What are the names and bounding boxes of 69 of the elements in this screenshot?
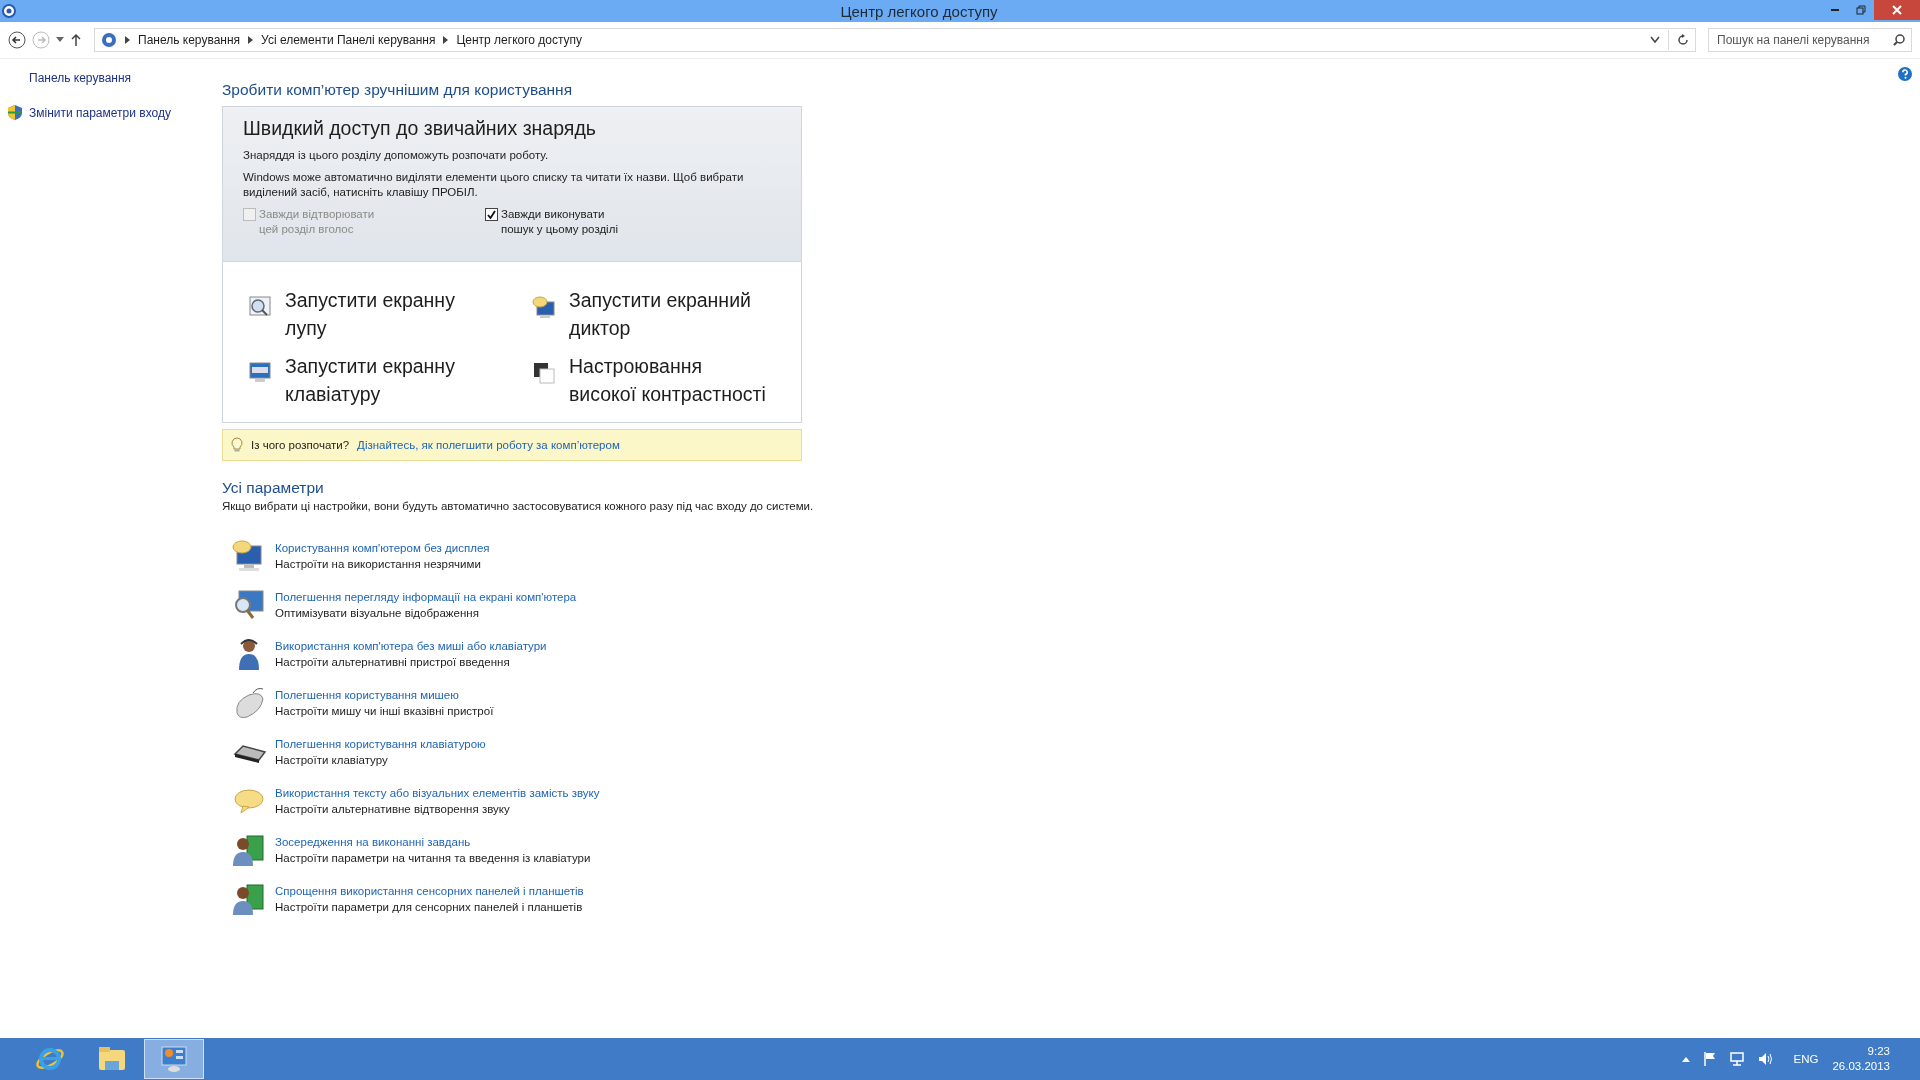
address-field[interactable]: Панель керування Усі елементи Панелі керування Центр легкого доступу <box>94 28 1696 52</box>
close-button[interactable] <box>1874 0 1920 20</box>
refresh-icon[interactable] <box>1677 34 1689 46</box>
setting-description: Настроїти мишу чи інші вказівні пристрої <box>275 705 494 717</box>
network-icon[interactable] <box>1729 1052 1744 1066</box>
tool-link[interactable]: Запустити екранну клавіатуру <box>285 352 485 408</box>
section-title: Швидкий доступ до звичайних знарядь <box>243 117 597 140</box>
section-description: Якщо вибрати ці настройки, вони будуть автоматично застосовуватися кожного разу під час входу до системи. <box>222 500 814 512</box>
show-hidden-icons-icon[interactable] <box>1681 1056 1690 1062</box>
breadcrumb[interactable]: Центр легкого доступу <box>456 33 583 47</box>
setting-link[interactable]: Полегшення перегляду інформації на екрані комп'ютера <box>275 591 577 603</box>
tip-question: Із чого розпочати? <box>251 439 350 451</box>
dropdown-caret-icon[interactable] <box>56 37 64 43</box>
close-icon <box>1892 5 1902 15</box>
tool-link[interactable]: Настроювання високої контрастності <box>569 352 769 408</box>
chevron-right-icon <box>248 36 254 44</box>
checkmark-icon <box>487 210 496 219</box>
speaker-icon[interactable] <box>1757 1052 1774 1066</box>
description-text: Windows може автоматично виділяти елементи цього списку та читати їх назви. Щоб вибрати виділений засіб, натисніть клавішу ПРОБІЛ. <box>243 170 745 200</box>
setting-description: Настроїти параметри на читання та введення із клавіатури <box>275 852 591 864</box>
setting-link[interactable]: Спрощення використання сенсорних панелей і планшетів <box>275 885 584 897</box>
back-icon[interactable] <box>8 31 26 49</box>
checkbox[interactable] <box>485 208 498 221</box>
chevron-right-icon <box>443 36 449 44</box>
sidebar-link[interactable]: Панель керування <box>29 71 132 85</box>
flag-icon[interactable] <box>1703 1052 1716 1066</box>
setting-link[interactable]: Полегшення користування мишею <box>275 689 494 701</box>
checkbox-label: Завжди відтворювати цей розділ вголос <box>259 207 376 237</box>
monitor-speech-icon <box>531 294 557 320</box>
page-heading: Зробити комп’ютер зручнішим для користування <box>222 81 573 99</box>
window-title: Центр легкого доступу <box>839 2 999 20</box>
clock-time[interactable]: 9:23 <box>1867 1044 1890 1059</box>
minimize-icon <box>1831 9 1839 11</box>
sidebar-link[interactable]: Змінити параметри входу <box>29 105 171 120</box>
section-heading: Усі параметри <box>222 479 324 497</box>
high-contrast-icon <box>531 360 557 386</box>
chevron-right-icon <box>125 36 130 44</box>
up-arrow-icon[interactable] <box>70 33 82 47</box>
clock-date[interactable]: 26.03.2013 <box>1832 1059 1890 1074</box>
setting-link[interactable]: Зосередження на виконанні завдань <box>275 836 591 848</box>
app-icon <box>2 4 16 18</box>
person-with-book-icon <box>231 832 267 868</box>
setting-link[interactable]: Полегшення користування клавіатурою <box>275 738 486 750</box>
search-field[interactable]: Пошук на панелі керування <box>1708 28 1912 52</box>
shield-icon <box>8 105 22 120</box>
breadcrumb[interactable]: Усі елементи Панелі керування <box>261 33 436 47</box>
tip-link[interactable]: Дізнайтесь, як полегшити роботу за комп’ютером <box>357 439 620 451</box>
intro-text: Знаряддя із цього розділу допоможуть розпочати роботу. <box>243 148 550 163</box>
setting-description: Оптимізувати візуальне відображення <box>275 607 480 619</box>
taskbar-button[interactable] <box>144 1039 204 1079</box>
setting-description: Настроїти клавіатуру <box>275 754 389 766</box>
search-icon <box>1893 34 1905 46</box>
setting-link[interactable]: Користування комп'ютером без дисплея <box>275 542 490 554</box>
setting-description: Настроїти альтернативні пристрої введення <box>275 656 511 668</box>
setting-link[interactable]: Використання тексту або візуальних елементів замість звуку <box>275 787 600 799</box>
setting-description: Настроїти параметри для сенсорних панелей і планшетів <box>275 901 584 913</box>
restore-icon <box>1856 5 1866 15</box>
setting-description: Настроїти на використання незрячими <box>275 558 482 570</box>
tool-link[interactable]: Запустити екранну лупу <box>285 286 485 342</box>
breadcrumb[interactable]: Панель керування <box>138 33 241 47</box>
setting-description: Настроїти альтернативне відтворення звуку <box>275 803 511 815</box>
help-icon[interactable] <box>1898 67 1912 81</box>
language-indicator[interactable]: ENG <box>1793 1053 1819 1065</box>
person-with-book-icon <box>231 881 267 917</box>
checkbox-label: Завжди виконувати пошук у цьому розділі <box>501 207 619 237</box>
setting-link[interactable]: Використання комп'ютера без миші або клавіатури <box>275 640 547 652</box>
dropdown-caret-icon[interactable] <box>1650 36 1660 44</box>
tool-link[interactable]: Запустити екранний диктор <box>569 286 769 342</box>
lightbulb-icon <box>231 437 243 453</box>
